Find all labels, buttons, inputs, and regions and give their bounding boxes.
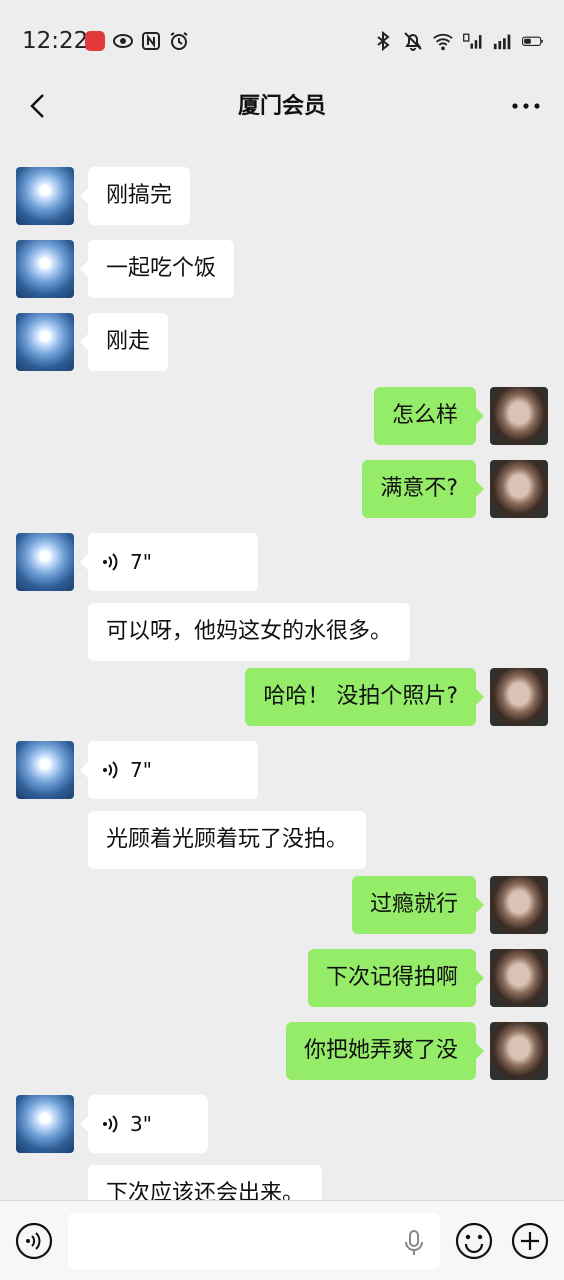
message-bubble-self[interactable]: 过瘾就行 [351,876,485,934]
message-bubble-self[interactable]: 满意不? [362,460,484,518]
self-avatar[interactable] [490,876,548,934]
chat-header: 厦门会员 [0,80,564,136]
more-options-button[interactable] [506,86,546,126]
voice-transcript[interactable]: 下次应该还会出来。 [88,1165,323,1200]
input-bar [0,1200,564,1280]
self-avatar[interactable] [490,460,548,518]
message-bubble[interactable]: 一起吃个饭 [79,240,235,298]
voice-transcript[interactable]: 光顾着光顾着玩了没拍。 [88,811,367,869]
message-row: 刚搞完 [16,167,191,225]
microphone-icon [405,1230,423,1255]
message-row: 满意不? [362,460,548,518]
voice-wave-icon [103,761,118,779]
plus-icon [511,1222,549,1260]
voice-wave-icon [103,1115,118,1133]
message-bubble[interactable]: 刚走 [79,313,169,371]
voice-mode-icon [15,1222,53,1260]
message-bubble-self[interactable]: 你把她弄爽了没 [285,1022,485,1080]
more-actions-button[interactable] [510,1221,550,1261]
message-row: 怎么样 [373,387,548,445]
message-row: 一起吃个饭 [16,240,235,298]
nfc-icon [140,30,162,52]
contact-avatar[interactable] [16,167,74,225]
message-row: 7" 光顾着光顾着玩了没拍。 [16,741,367,869]
signal-icon [492,30,514,52]
message-row: 刚走 [16,313,169,371]
wifi-icon [432,30,454,52]
contact-avatar[interactable] [16,240,74,298]
self-avatar[interactable] [490,387,548,445]
message-bubble-self[interactable]: 哈哈！ 没拍个照片? [245,668,484,726]
self-avatar[interactable] [490,949,548,1007]
chat-title: 厦门会员 [237,94,326,119]
status-right-icons [372,30,544,52]
message-bubble[interactable]: 刚搞完 [79,167,191,225]
message-bubble-self[interactable]: 怎么样 [373,387,485,445]
self-avatar[interactable] [490,1022,548,1080]
contact-avatar[interactable] [16,533,74,591]
voice-duration: 7" [130,550,152,574]
voice-duration: 7" [130,758,152,782]
eye-icon [112,30,134,52]
voice-transcript[interactable]: 可以呀，他妈这女的水很多。 [88,603,411,661]
contact-avatar[interactable] [16,313,74,371]
message-list[interactable]: 刚搞完 一起吃个饭 刚走 怎么样 满意不? 7" 可以呀，他妈这女的水很多。 哈… [0,136,564,1200]
mic-button[interactable] [400,1229,428,1257]
voice-message-bubble[interactable]: 3" [80,1095,208,1153]
message-row: 7" 可以呀，他妈这女的水很多。 [16,533,411,661]
voice-duration: 3" [130,1112,152,1136]
message-row: 3" 下次应该还会出来。 [16,1095,323,1200]
message-input[interactable] [68,1213,440,1269]
message-row: 过瘾就行 [351,876,548,934]
contact-avatar[interactable] [16,1095,74,1153]
voice-wave-icon [103,553,118,571]
voice-message-bubble[interactable]: 7" [80,533,258,591]
status-time: 12:22 [22,28,89,54]
bluetooth-icon [372,30,394,52]
battery-icon [522,30,544,52]
voice-mode-button[interactable] [14,1221,54,1261]
alarm-icon [168,30,190,52]
self-avatar[interactable] [490,668,548,726]
message-row: 你把她弄爽了没 [285,1022,548,1080]
message-row: 下次记得拍啊 [307,949,548,1007]
status-bar: 12:22 [0,0,564,80]
emoji-icon [455,1222,493,1260]
signal-4g-icon [462,30,484,52]
huawei-app-icon [84,30,106,52]
mute-icon [402,30,424,52]
emoji-button[interactable] [454,1221,494,1261]
more-dots-icon [512,103,540,109]
message-row: 哈哈！ 没拍个照片? [245,668,548,726]
message-bubble-self[interactable]: 下次记得拍啊 [307,949,485,1007]
contact-avatar[interactable] [16,741,74,799]
voice-message-bubble[interactable]: 7" [80,741,258,799]
status-left-icons [84,30,190,52]
